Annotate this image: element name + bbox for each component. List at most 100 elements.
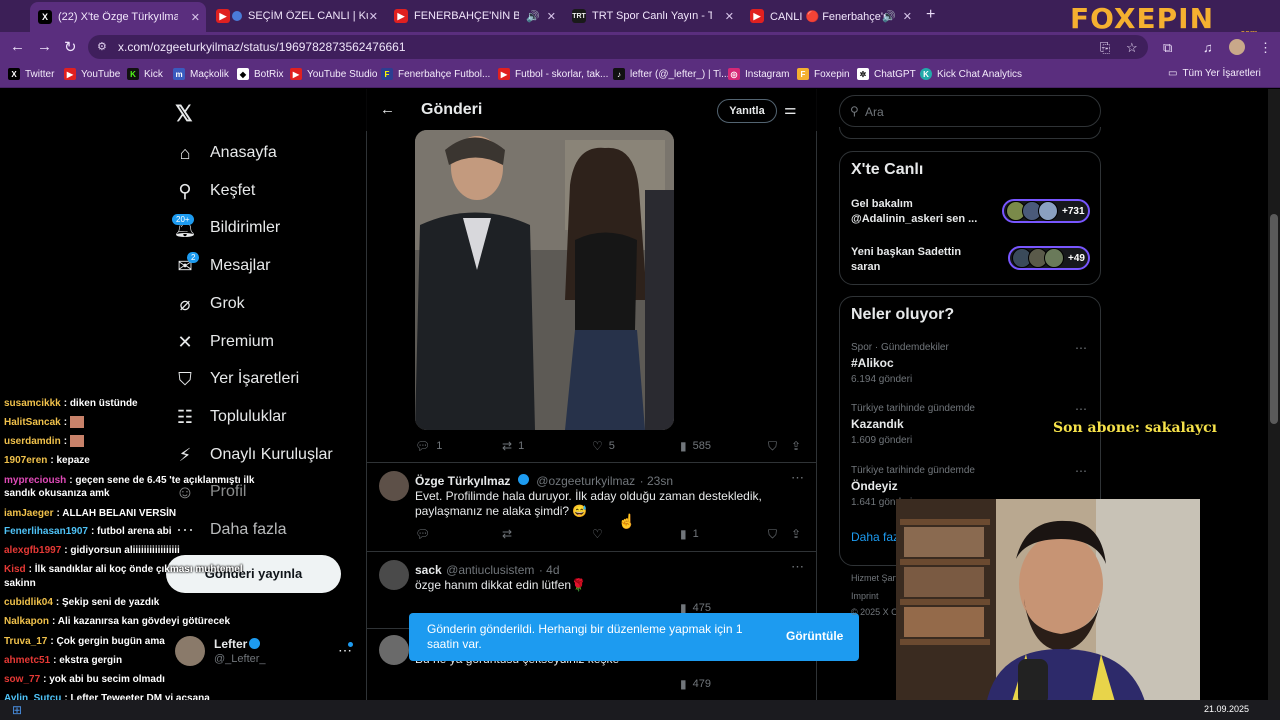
extensions-icon[interactable]: ⧉ <box>1163 40 1172 56</box>
scrollbar-thumb[interactable] <box>1270 214 1278 424</box>
user-name[interactable]: Özge Türkyılmaz <box>415 474 510 488</box>
reply-sort-button[interactable]: Yanıtla <box>717 99 777 123</box>
reply-action[interactable]: 💬︎ 1 <box>415 439 442 453</box>
all-bookmarks[interactable]: ▭ Tüm Yer İşaretleri <box>1168 68 1261 79</box>
profile-avatar[interactable] <box>1229 39 1245 55</box>
more-icon[interactable]: ⋯ <box>791 470 804 486</box>
views-action[interactable]: ▮ 1 <box>680 527 699 541</box>
nav-communities[interactable]: ☷ Topluluklar <box>174 406 287 428</box>
live-item-title[interactable]: Gel bakalım @Adalinin_askeri sen ... <box>851 197 991 227</box>
timestamp[interactable]: 23sn <box>647 474 673 488</box>
media-icon[interactable]: ♫ <box>1203 40 1213 55</box>
trend-name[interactable]: Kazandık <box>851 417 904 431</box>
nav-more[interactable]: ⋯ Daha fazla <box>174 519 287 541</box>
star-icon[interactable]: ☆ <box>1126 40 1138 56</box>
bookmark-item[interactable]: F Fenerbahçe Futbol... <box>381 68 490 80</box>
menu-icon[interactable]: ⋮ <box>1259 40 1272 56</box>
trend-name[interactable]: #Alikoc <box>851 356 894 370</box>
user-name[interactable]: sack <box>415 563 442 577</box>
url-input[interactable]: x.com/ozgeeturkyilmaz/status/19697828735… <box>88 35 1148 59</box>
forward-icon[interactable]: → <box>37 38 52 55</box>
retweet-count: 1 <box>518 440 525 452</box>
chat-message: susamcikkk: diken üstünde <box>4 397 138 410</box>
chat-username: userdamdin <box>4 436 61 447</box>
views-action[interactable]: ▮ 585 <box>680 439 711 453</box>
toast-view-button[interactable]: Görüntüle <box>786 629 843 643</box>
bookmark-item[interactable]: ✲ ChatGPT <box>857 68 916 80</box>
share-icon: ⇪ <box>791 527 802 541</box>
live-item-title[interactable]: Yeni başkan Sadettin saran <box>851 245 991 275</box>
nav-premium[interactable]: ✕ Premium <box>174 331 274 353</box>
tab-item[interactable]: ▶ SEÇİM ÖZEL CANLI | Kulübü ✕ <box>208 4 384 28</box>
chat-text: ekstra gergin <box>59 655 123 666</box>
back-arrow-icon[interactable]: ← <box>380 101 395 118</box>
tab-item[interactable]: TRT TRT Spor Canlı Yayın - TRTSpor ✕ <box>564 4 740 28</box>
bookmark-item[interactable]: F Foxepin <box>797 68 850 80</box>
more-icon[interactable]: ⋯ <box>1075 464 1087 478</box>
bookmark-item[interactable]: ♪ lefter (@_lefter_) | Ti... <box>613 68 729 80</box>
windows-start-icon[interactable]: ⊞ <box>12 703 22 717</box>
new-tab-button[interactable]: + <box>926 6 935 24</box>
chat-message: ahmetc51: ekstra gergin <box>4 654 122 667</box>
retweet-action[interactable]: ⇄ 1 <box>502 439 524 453</box>
install-icon[interactable]: ⎘ <box>1100 40 1110 56</box>
retweet-action[interactable]: ⇄ <box>502 527 518 541</box>
close-icon[interactable]: ✕ <box>725 10 734 23</box>
bookmark-item[interactable]: m Maçkolik <box>173 68 229 80</box>
tweet-image[interactable] <box>415 130 674 430</box>
trend-name[interactable]: Öndeyiz <box>851 479 898 493</box>
site-settings-icon[interactable]: ⚙ <box>97 40 107 53</box>
bookmark-item[interactable]: X Twitter <box>8 68 54 80</box>
close-icon[interactable]: ✕ <box>369 10 378 23</box>
chat-message: sakinn <box>4 577 36 590</box>
share-action[interactable]: ⇪ <box>791 439 807 453</box>
reply-text: paylaşmanız ne alaka şimdi? 😅 <box>415 504 588 518</box>
account-avatar[interactable] <box>175 636 205 666</box>
bookmark-item[interactable]: ▶ YouTube <box>64 68 120 80</box>
tab-item[interactable]: ▶ CANLI 🔴 Fenerbahçe'nin Y 🔊 ✕ <box>742 4 918 28</box>
back-icon[interactable]: ← <box>10 38 25 55</box>
bookmark-item[interactable]: ◆ BotRix <box>237 68 283 80</box>
nav-explore[interactable]: ⚲ Keşfet <box>174 180 255 202</box>
tab-item[interactable]: ▶ FENERBAHÇE'NİN BAŞKANI 🔊 ✕ <box>386 4 562 28</box>
live-participants-pill[interactable]: +731 <box>1002 199 1090 223</box>
x-logo-icon[interactable]: 𝕏 <box>175 101 193 127</box>
more-icon[interactable]: ⋯ <box>1075 341 1087 355</box>
footer-link[interactable]: Imprint <box>851 591 879 601</box>
bookmark-action[interactable]: ⛉ <box>768 439 783 454</box>
nav-verified-orgs[interactable]: ⚡︎ Onaylı Kuruluşlar <box>174 444 333 466</box>
avatar[interactable] <box>379 471 409 501</box>
close-icon[interactable]: ✕ <box>191 11 200 24</box>
nav-home[interactable]: ⌂ Anasayfa <box>174 142 277 164</box>
reply-action[interactable]: 💬︎ <box>415 527 436 541</box>
nav-grok[interactable]: ⌀ Grok <box>174 293 245 315</box>
x-icon: ✕ <box>177 331 193 352</box>
views-action[interactable]: ▮ 479 <box>680 677 711 691</box>
more-icon[interactable]: ⋯ <box>791 559 804 575</box>
bookmark-item[interactable]: K Kick Chat Analytics <box>920 68 1022 80</box>
avatar[interactable] <box>379 560 409 590</box>
audio-icon[interactable]: 🔊 <box>882 10 896 23</box>
audio-icon[interactable]: 🔊 <box>526 10 540 23</box>
bookmark-item[interactable]: ▶ Futbol - skorlar, tak... <box>498 68 608 80</box>
share-action[interactable]: ⇪ <box>791 527 807 541</box>
avatar[interactable] <box>379 635 409 665</box>
bookmark-item[interactable]: K Kick <box>127 68 163 80</box>
user-handle[interactable]: @antiuclusistem <box>446 563 534 577</box>
like-action[interactable]: ♡ 5 <box>592 439 615 453</box>
bookmark-item[interactable]: ▶ YouTube Studio <box>290 68 377 80</box>
more-icon[interactable]: ⋯ <box>1075 402 1087 416</box>
bookmark-action[interactable]: ⛉ <box>768 527 783 542</box>
tab-active[interactable]: X (22) X'te Özge Türkyılmaz: "Ali i ✕ <box>30 2 206 32</box>
close-icon[interactable]: ✕ <box>547 10 556 23</box>
user-handle[interactable]: @ozgeeturkyilmaz <box>536 474 635 488</box>
bookmark-item[interactable]: ◎ Instagram <box>728 68 789 80</box>
filter-icon[interactable]: ⚌ <box>784 101 797 118</box>
close-icon[interactable]: ✕ <box>903 10 912 23</box>
timestamp[interactable]: 4d <box>546 563 559 577</box>
live-participants-pill[interactable]: +49 <box>1008 246 1090 270</box>
search-input[interactable]: Ara <box>839 95 1101 127</box>
reload-icon[interactable]: ↻ <box>64 38 77 56</box>
nav-bookmarks[interactable]: ⛉ Yer İşaretleri <box>174 368 299 390</box>
like-action[interactable]: ♡ <box>592 527 609 541</box>
